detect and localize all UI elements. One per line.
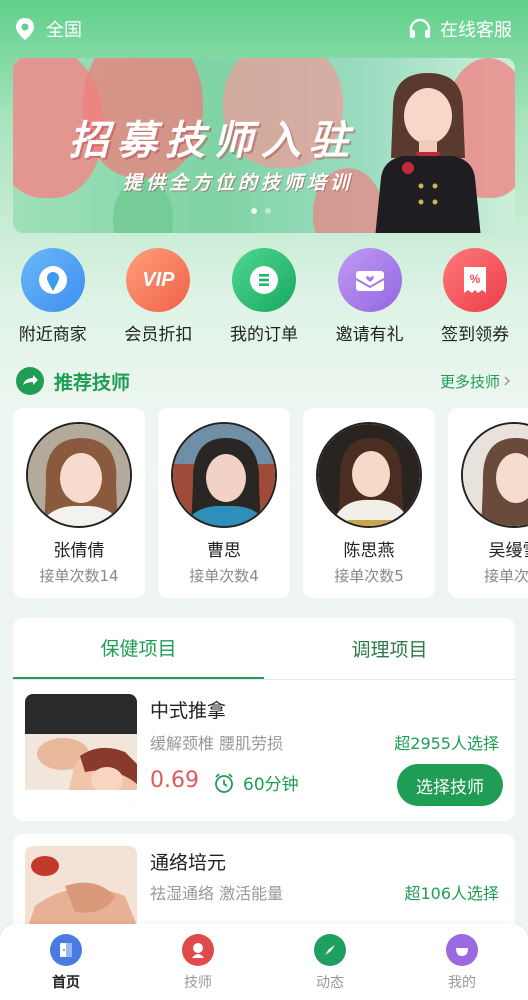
service-selected-count: 超2955人选择 bbox=[394, 734, 499, 753]
nav-label: 技师 bbox=[184, 975, 212, 991]
technician-card[interactable]: 张倩倩 接单次数14 bbox=[13, 408, 145, 598]
quick-item-label: 附近商家 bbox=[18, 325, 87, 345]
quick-item-label: 我的订单 bbox=[229, 325, 298, 345]
banner-subtitle: 提供全方位的技师培训 bbox=[123, 172, 354, 194]
technician-order-count: 接单次数 bbox=[483, 567, 528, 585]
technician-order-count: 接单次数14 bbox=[39, 567, 119, 585]
service-duration-label: 60分钟 bbox=[243, 775, 299, 795]
invite-envelope-icon bbox=[337, 248, 402, 312]
technician-name: 吴缦雪 bbox=[488, 541, 528, 561]
technician-name: 曹思 bbox=[207, 541, 241, 561]
select-technician-button[interactable]: 选择技师 bbox=[397, 764, 503, 806]
technician-icon bbox=[182, 934, 214, 966]
nav-moments[interactable]: 动态 bbox=[264, 924, 396, 1000]
service-name: 通络培元 bbox=[150, 852, 227, 874]
banner-dot[interactable] bbox=[265, 208, 271, 214]
avatar bbox=[461, 422, 528, 528]
service-selected-count: 超106人选择 bbox=[404, 884, 499, 903]
more-technicians-label: 更多技师 bbox=[439, 372, 500, 391]
online-service-label: 在线客服 bbox=[440, 20, 512, 41]
nav-label: 我的 bbox=[448, 975, 476, 991]
location-label: 全国 bbox=[46, 20, 82, 41]
service-name: 中式推拿 bbox=[150, 700, 227, 722]
top-bar: 全国 在线客服 bbox=[0, 0, 528, 58]
avatar bbox=[26, 422, 132, 528]
service-panel: 保健项目 调理项目 中式推拿 缓解颈椎 腰肌劳损 超2955人选择 0.69 6… bbox=[13, 618, 515, 821]
location-pin-icon bbox=[16, 18, 34, 40]
nav-label: 首页 bbox=[52, 975, 80, 991]
order-list-icon bbox=[231, 248, 296, 312]
quick-menu: 附近商家 VIP 会员折扣 我的订单 邀请有礼 % 签到领券 bbox=[0, 248, 528, 348]
location-selector[interactable]: 全国 bbox=[14, 16, 82, 42]
service-duration: 60分钟 bbox=[213, 770, 299, 795]
avatar bbox=[316, 422, 422, 528]
recommend-header: 推荐技师 更多技师 bbox=[16, 366, 514, 396]
online-service-button[interactable]: 在线客服 bbox=[408, 16, 512, 42]
home-door-icon bbox=[50, 934, 82, 966]
quick-item-label: 邀请有礼 bbox=[335, 325, 404, 345]
nav-profile[interactable]: 我的 bbox=[396, 924, 528, 1000]
service-price: 0.69 bbox=[150, 768, 199, 793]
arrow-right-circle-icon bbox=[16, 367, 44, 395]
technician-list: 张倩倩 接单次数14 曹思 接单次数4 陈思燕 接单次数5 吴缦雪 接单次数 bbox=[13, 408, 528, 598]
quick-item-checkin[interactable]: % 签到领券 bbox=[425, 248, 525, 348]
avatar bbox=[171, 422, 277, 528]
nav-technician[interactable]: 技师 bbox=[132, 924, 264, 1000]
alarm-clock-icon bbox=[215, 772, 233, 793]
technician-card[interactable]: 曹思 接单次数4 bbox=[158, 408, 290, 598]
banner-model-image bbox=[375, 73, 481, 233]
service-tabs: 保健项目 调理项目 bbox=[13, 618, 515, 680]
technician-name: 陈思燕 bbox=[343, 541, 395, 561]
tab-health-care[interactable]: 保健项目 bbox=[13, 618, 264, 679]
technician-order-count: 接单次数4 bbox=[189, 567, 259, 585]
headset-icon bbox=[409, 18, 431, 38]
nav-label: 动态 bbox=[316, 975, 344, 991]
location-pin-icon bbox=[20, 248, 85, 312]
technician-card[interactable]: 吴缦雪 接单次数 bbox=[448, 408, 528, 598]
service-description: 祛湿通络 激活能量 bbox=[150, 884, 284, 903]
svg-text:%: % bbox=[470, 272, 481, 286]
banner-dot[interactable] bbox=[251, 208, 257, 214]
service-thumbnail bbox=[25, 694, 137, 806]
service-item[interactable]: 中式推拿 缓解颈椎 腰肌劳损 超2955人选择 0.69 60分钟 选择技师 bbox=[13, 680, 515, 820]
chevron-right-icon bbox=[504, 376, 511, 386]
more-technicians-link[interactable]: 更多技师 bbox=[440, 371, 514, 392]
quick-item-vip[interactable]: VIP 会员折扣 bbox=[108, 248, 208, 348]
vip-icon: VIP bbox=[126, 248, 191, 312]
nav-home[interactable]: 首页 bbox=[0, 924, 132, 1000]
banner-pagination bbox=[251, 208, 271, 214]
profile-icon bbox=[446, 934, 478, 966]
compass-icon bbox=[314, 934, 346, 966]
quick-item-label: 会员折扣 bbox=[124, 325, 193, 345]
technician-card[interactable]: 陈思燕 接单次数5 bbox=[303, 408, 435, 598]
quick-item-orders[interactable]: 我的订单 bbox=[214, 248, 314, 348]
quick-item-nearby[interactable]: 附近商家 bbox=[3, 248, 103, 348]
banner-title: 招募技师入驻 bbox=[69, 117, 357, 164]
coupon-percent-icon: % bbox=[443, 248, 508, 312]
quick-item-invite[interactable]: 邀请有礼 bbox=[320, 248, 420, 348]
service-description: 缓解颈椎 腰肌劳损 bbox=[150, 734, 284, 753]
recommend-title: 推荐技师 bbox=[54, 371, 131, 394]
tab-conditioning[interactable]: 调理项目 bbox=[264, 618, 515, 679]
technician-order-count: 接单次数5 bbox=[334, 567, 404, 585]
recruit-banner[interactable]: 招募技师入驻 提供全方位的技师培训 bbox=[13, 58, 515, 233]
quick-item-label: 签到领券 bbox=[441, 325, 510, 345]
technician-name: 张倩倩 bbox=[53, 541, 105, 561]
bottom-navigation: 首页 技师 动态 我的 bbox=[0, 924, 528, 1000]
